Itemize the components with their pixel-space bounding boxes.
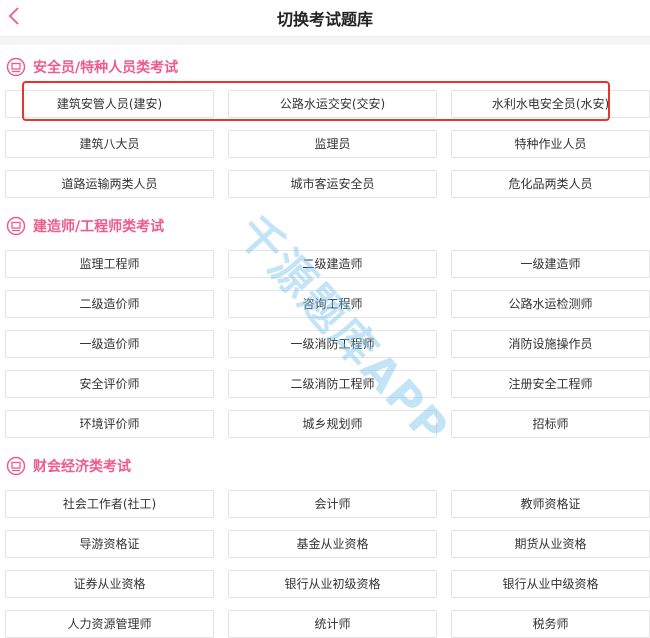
exam-category-icon <box>6 456 26 476</box>
exam-button[interactable]: 道路运输两类人员 <box>5 170 214 198</box>
exam-button[interactable]: 会计师 <box>228 490 437 518</box>
section-title: 建造师/工程师类考试 <box>33 219 165 235</box>
exam-button[interactable]: 二级造价师 <box>5 290 214 318</box>
exam-button[interactable]: 一级建造师 <box>451 250 650 278</box>
exam-button[interactable]: 二级建造师 <box>228 250 437 278</box>
exam-button[interactable]: 消防设施操作员 <box>451 330 650 358</box>
exam-button[interactable]: 导游资格证 <box>5 530 214 558</box>
exam-button[interactable]: 监理员 <box>228 130 437 158</box>
exam-button[interactable]: 社会工作者(社工) <box>5 490 214 518</box>
page-title: 切换考试题库 <box>276 10 373 29</box>
exam-button[interactable]: 统计师 <box>228 610 437 638</box>
exam-button[interactable]: 期货从业资格 <box>451 530 650 558</box>
exam-button[interactable]: 城乡规划师 <box>228 410 437 438</box>
section-title: 财会经济类考试 <box>33 459 131 475</box>
exam-button[interactable]: 监理工程师 <box>5 250 214 278</box>
exam-button[interactable]: 税务师 <box>451 610 650 638</box>
exam-button[interactable]: 银行从业中级资格 <box>451 570 650 598</box>
exam-button[interactable]: 水利水电安全员(水安) <box>451 90 650 118</box>
exam-button[interactable]: 安全评价师 <box>5 370 214 398</box>
exam-category-icon <box>6 216 26 236</box>
exam-button[interactable]: 注册安全工程师 <box>451 370 650 398</box>
exam-button[interactable]: 建筑八大员 <box>5 130 214 158</box>
exam-button[interactable]: 基金从业资格 <box>228 530 437 558</box>
exam-button[interactable]: 特种作业人员 <box>451 130 650 158</box>
section-title: 安全员/特种人员类考试 <box>33 60 179 76</box>
section-header-safety: 安全员/特种人员类考试 <box>6 57 178 77</box>
exam-button[interactable]: 公路水运交安(交安) <box>228 90 437 118</box>
exam-button[interactable]: 危化品两类人员 <box>451 170 650 198</box>
exam-button[interactable]: 公路水运检测师 <box>451 290 650 318</box>
exam-button[interactable]: 招标师 <box>451 410 650 438</box>
exam-button[interactable]: 环境评价师 <box>5 410 214 438</box>
section-header-finance: 财会经济类考试 <box>6 456 131 476</box>
exam-button[interactable]: 城市客运安全员 <box>228 170 437 198</box>
header-bar: 切换考试题库 <box>0 0 650 37</box>
exam-button[interactable]: 证券从业资格 <box>5 570 214 598</box>
exam-category-icon <box>6 57 26 77</box>
exam-button[interactable]: 建筑安管人员(建安) <box>5 90 214 118</box>
exam-button[interactable]: 咨询工程师 <box>228 290 437 318</box>
exam-button[interactable]: 人力资源管理师 <box>5 610 214 638</box>
exam-button[interactable]: 教师资格证 <box>451 490 650 518</box>
exam-button[interactable]: 银行从业初级资格 <box>228 570 437 598</box>
divider <box>0 37 650 45</box>
exam-button[interactable]: 一级造价师 <box>5 330 214 358</box>
section-header-engineer: 建造师/工程师类考试 <box>6 216 164 236</box>
exam-button[interactable]: 一级消防工程师 <box>228 330 437 358</box>
exam-button[interactable]: 二级消防工程师 <box>228 370 437 398</box>
